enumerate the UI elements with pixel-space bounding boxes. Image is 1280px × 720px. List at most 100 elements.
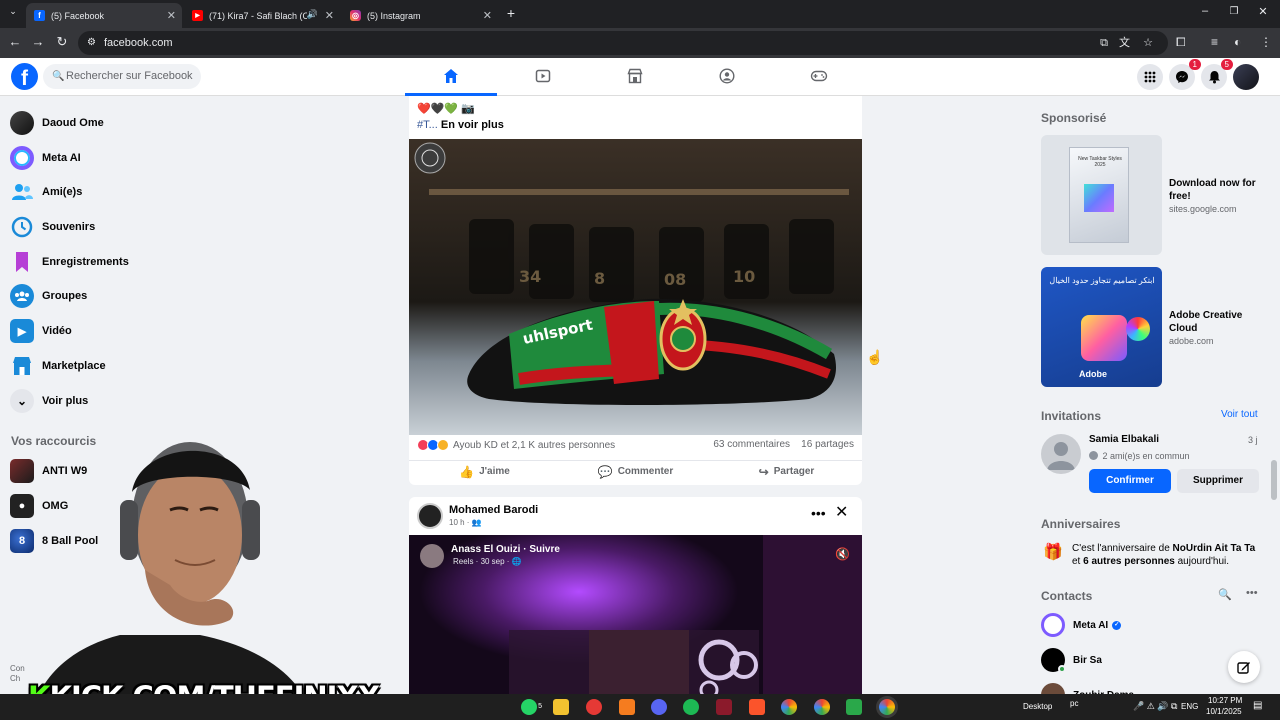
contacts-heading: Contacts (1041, 589, 1093, 603)
birthday-person[interactable]: NoUrdin Ait Ta Ta (1173, 543, 1256, 554)
minimize-icon[interactable]: – (1196, 5, 1214, 17)
sidebar-item-saved[interactable]: Enregistrements (10, 247, 129, 277)
contacts-options-icon[interactable]: ••• (1246, 587, 1258, 599)
nav-video-tab[interactable] (497, 58, 589, 96)
sidebar-item-marketplace[interactable]: Marketplace (10, 351, 106, 381)
app-icon[interactable] (619, 699, 635, 715)
comments-count[interactable]: 63 commentaires (713, 439, 790, 450)
extensions-icon[interactable]: ⧠ (1176, 35, 1186, 50)
delete-button[interactable]: Supprimer (1177, 469, 1259, 493)
close-tab-icon[interactable]: ✕ (167, 9, 176, 22)
back-icon[interactable]: ← (6, 34, 24, 49)
audio-playing-icon[interactable]: 🔊 (307, 9, 318, 20)
close-tab-icon[interactable]: ✕ (483, 9, 492, 22)
sidebar-item-profile[interactable]: Daoud Ome (10, 108, 104, 138)
author-avatar[interactable] (417, 503, 443, 529)
reel-video[interactable]: Anass El Ouizi · Suivre Reels · 30 sep ·… (409, 535, 862, 697)
account-avatar[interactable] (1233, 64, 1259, 90)
contact-item[interactable]: Bir Sa (1041, 647, 1102, 673)
birthday-others[interactable]: 6 autres personnes (1083, 556, 1175, 567)
nav-groups-tab[interactable] (681, 58, 773, 96)
chrome-icon[interactable] (781, 699, 797, 715)
see-all-invitations-link[interactable]: Voir tout (1221, 409, 1258, 420)
file-explorer-icon[interactable] (553, 699, 569, 715)
sidebar-item-groups[interactable]: Groupes (10, 281, 87, 311)
nav-gaming-tab[interactable] (773, 58, 865, 96)
bookmark-star-icon[interactable]: ☆ (1143, 31, 1153, 55)
footer-links[interactable]: Con Ch (10, 664, 25, 684)
app-icon[interactable] (846, 699, 862, 715)
close-tab-icon[interactable]: ✕ (325, 9, 334, 22)
ad-image-adobe[interactable]: ابتكر تصاميم تتجاوز حدود الخيال Adobe (1041, 267, 1162, 387)
birthday-text: C'est l'anniversaire de NoUrdin Ait Ta T… (1072, 542, 1262, 568)
post-image[interactable]: 34 8 08 10 uhlsport (409, 139, 862, 435)
page-scrollbar[interactable] (1271, 460, 1277, 500)
brave-icon[interactable] (749, 699, 765, 715)
invitation-avatar[interactable] (1041, 434, 1081, 474)
sidebar-item-friends[interactable]: Ami(e)s (10, 177, 82, 207)
desktop-label[interactable]: Desktop (1023, 702, 1052, 711)
hide-post-icon[interactable]: ✕ (835, 502, 848, 522)
forward-icon[interactable]: → (29, 34, 47, 49)
tray-icons[interactable]: 🎤 ⚠ 🔊 ⧉ (1133, 701, 1177, 712)
shares-count[interactable]: 16 partages (801, 439, 854, 450)
ad-title[interactable]: Download now for free! (1169, 177, 1269, 203)
ad-title[interactable]: Adobe Creative Cloud (1169, 309, 1269, 335)
address-bar[interactable]: ⚙ facebook.com ⧉ 文 ☆ (78, 31, 1168, 55)
site-info-icon[interactable]: ⚙ (87, 31, 96, 55)
whatsapp-icon[interactable]: 5 (521, 699, 542, 715)
messenger-button[interactable]: 1 (1169, 59, 1201, 90)
tab-facebook[interactable]: f (5) Facebook ✕ (26, 3, 182, 28)
window-close-icon[interactable]: ✕ (1254, 5, 1272, 18)
author-name[interactable]: Mohamed Barodi (449, 504, 538, 516)
tab-youtube[interactable]: ▶ (71) Kira7 - Safi Blach (Offic 🔊 ✕ (184, 3, 340, 28)
cast-icon[interactable]: ⧉ (1100, 31, 1108, 55)
app-icon[interactable] (716, 699, 732, 715)
translate-icon[interactable]: 文 (1119, 31, 1130, 55)
chrome-icon[interactable] (814, 699, 830, 715)
sidebar-item-memories[interactable]: Souvenirs (10, 212, 95, 242)
see-more-link[interactable]: En voir plus (441, 119, 504, 131)
sidebar-item-see-more[interactable]: ⌄ Voir plus (10, 386, 88, 416)
mute-icon[interactable]: 🔇 (835, 547, 850, 561)
comment-button[interactable]: 💬 Commenter (560, 461, 711, 482)
search-input[interactable]: 🔍 Rechercher sur Facebook (43, 64, 201, 89)
invitation-name[interactable]: Samia Elbakali (1089, 434, 1159, 445)
confirm-button[interactable]: Confirmer (1089, 469, 1171, 493)
chrome-active-icon[interactable] (879, 699, 895, 715)
like-button[interactable]: 👍 J'aime (409, 461, 560, 482)
new-message-button[interactable] (1228, 651, 1260, 683)
tab-search-icon[interactable]: ⌄ (4, 6, 22, 17)
thumbs-up-icon: 👍 (459, 464, 475, 479)
share-button[interactable]: ↪ Partager (711, 461, 862, 482)
sidebar-item-video[interactable]: ▶ Vidéo (10, 316, 72, 346)
tab-instagram[interactable]: ◎ (5) Instagram ✕ (342, 3, 498, 28)
contact-item[interactable]: Meta AI ✓ (1041, 612, 1122, 638)
discord-icon[interactable] (651, 699, 667, 715)
nav-marketplace-tab[interactable] (589, 58, 681, 96)
clock-time[interactable]: 10:27 PM (1208, 696, 1242, 705)
ad-image-taskbar[interactable]: New Taskbar Styles 2025 (1041, 135, 1162, 255)
hashtag-link[interactable]: #T... (417, 119, 438, 131)
spotify-icon[interactable] (683, 699, 699, 715)
reaction-summary[interactable]: Ayoub KD et 2,1 K autres personnes (417, 439, 615, 451)
notifications-button[interactable]: 5 (1201, 59, 1233, 90)
sidebar-item-meta-ai[interactable]: Meta AI (10, 143, 81, 173)
profile-icon[interactable]: ◐ (1234, 35, 1241, 49)
language-indicator[interactable]: ENG (1181, 702, 1198, 711)
more-options-icon[interactable]: ••• (811, 505, 826, 521)
facebook-logo-icon[interactable]: f (11, 63, 38, 90)
clock-date[interactable]: 10/1/2025 (1206, 707, 1242, 716)
reel-author[interactable]: Anass El Ouizi · Suivre (451, 544, 560, 555)
user-label[interactable]: pc (1070, 699, 1078, 708)
app-icon[interactable] (586, 699, 602, 715)
contacts-search-icon[interactable]: 🔍 (1218, 588, 1232, 601)
reload-icon[interactable]: ↻ (53, 34, 71, 50)
nav-home-tab[interactable] (405, 58, 497, 96)
media-icon[interactable]: ≡ (1211, 35, 1218, 49)
notification-center-icon[interactable]: ▤ (1253, 700, 1262, 711)
restore-icon[interactable]: ❐ (1225, 6, 1243, 17)
menu-grid-button[interactable] (1137, 64, 1163, 90)
chrome-menu-icon[interactable]: ⋮ (1260, 35, 1272, 49)
new-tab-button[interactable]: + (502, 5, 520, 21)
